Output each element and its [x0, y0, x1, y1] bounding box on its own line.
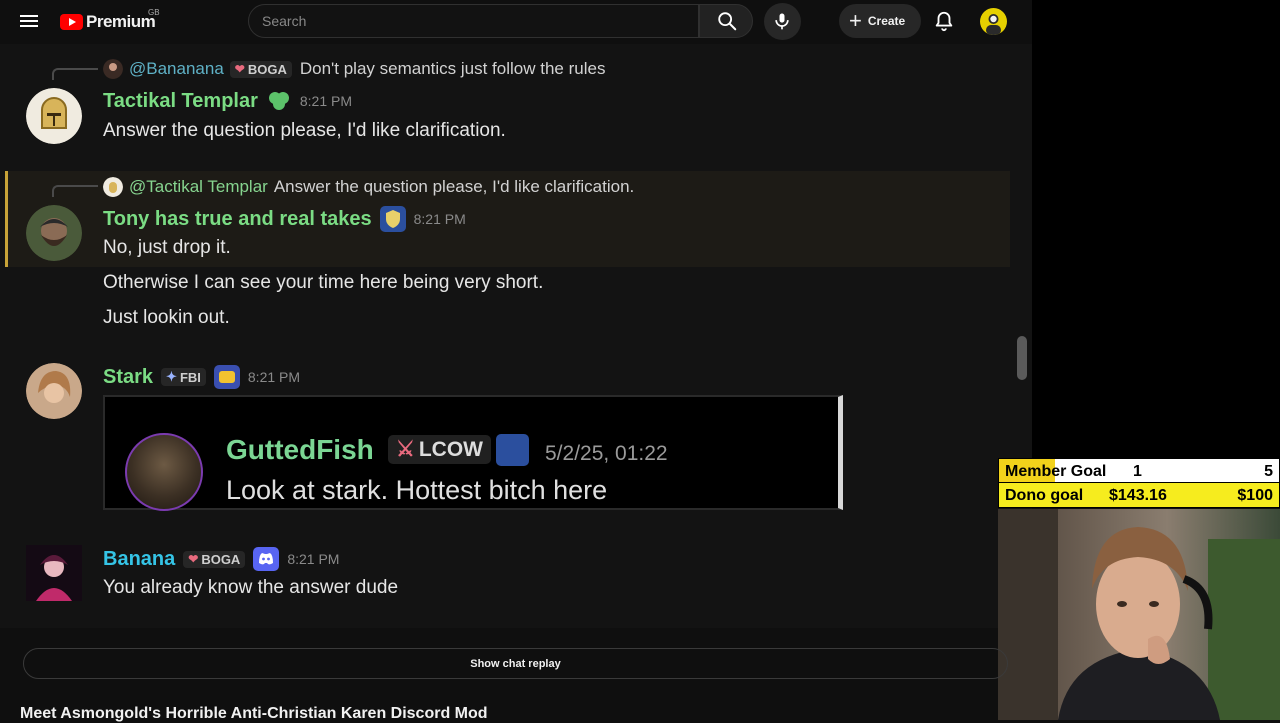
avatar[interactable] — [26, 363, 82, 419]
microphone-icon — [775, 13, 789, 30]
below-video: Show chat replay Meet Asmongold's Horrib… — [0, 628, 1008, 722]
embed-badge-icon — [496, 434, 529, 466]
video-title: Meet Asmongold's Horrible Anti-Christian… — [20, 705, 488, 722]
username[interactable]: Tony has true and real takes — [103, 208, 372, 231]
role-tag: ❤ BOGA — [183, 550, 246, 568]
member-goal-current: 1 — [1133, 463, 1142, 480]
shield-badge-icon — [379, 206, 406, 232]
reply-avatar — [103, 59, 123, 79]
username[interactable]: Stark — [103, 366, 153, 389]
logo-region: GB — [148, 8, 160, 17]
embed-role-tag: ⚔ LCOW — [388, 435, 491, 464]
timestamp: 8:21 PM — [247, 369, 301, 385]
heart-icon: ❤ — [234, 62, 245, 76]
embed-text: Look at stark. Hottest bitch here — [226, 475, 608, 505]
message-text: Otherwise I can see your time here being… — [103, 272, 544, 293]
anime-avatar-icon — [26, 545, 82, 601]
heart-icon: ❤ — [188, 552, 199, 566]
timestamp: 8:21 PM — [287, 551, 340, 567]
account-avatar[interactable] — [980, 8, 1007, 35]
reply-connector — [52, 68, 98, 80]
username[interactable]: Tactikal Templar — [103, 90, 258, 113]
plus-icon: + — [849, 8, 862, 33]
side-panel — [1032, 0, 1280, 458]
person-avatar-icon — [26, 205, 82, 261]
reply-connector — [52, 185, 98, 197]
username[interactable]: Banana — [103, 548, 175, 571]
member-goal-target: 5 — [1264, 463, 1273, 480]
streamer-figure — [998, 509, 1280, 720]
search-button[interactable] — [699, 4, 753, 38]
avatar[interactable] — [26, 88, 82, 144]
timestamp: 8:21 PM — [299, 93, 353, 109]
reply-mention[interactable]: @Tactikal Templar — [129, 177, 268, 197]
role-tag: ✦ FBI — [161, 368, 206, 386]
embed-date: 5/2/25, 01:22 — [545, 442, 668, 465]
top-bar: Premium GB + Create — [0, 0, 1032, 44]
message-text: You already know the answer dude — [103, 577, 399, 598]
voice-search-button[interactable] — [764, 3, 801, 40]
reply-mention[interactable]: @Bananana — [129, 59, 224, 79]
search-box — [248, 4, 699, 38]
dono-goal-target: $100 — [1237, 487, 1273, 504]
message-header: Banana ❤ BOGA 8:21 PM — [103, 547, 339, 571]
create-button[interactable]: + Create — [839, 4, 921, 38]
helmet-avatar-icon — [26, 88, 82, 144]
avatar[interactable] — [26, 205, 82, 261]
message-text: No, just drop it. — [103, 237, 231, 258]
timestamp: 8:21 PM — [413, 211, 466, 227]
person-avatar-icon — [26, 363, 82, 419]
dono-goal-current: $143.16 — [1109, 487, 1167, 504]
reply-preview: @Bananana ❤ BOGA Don't play semantics jus… — [103, 59, 605, 79]
message-header: Stark ✦ FBI 8:21 PM — [103, 365, 300, 389]
youtube-play-icon — [60, 14, 83, 30]
message-text: Answer the question please, I'd like cla… — [103, 120, 506, 141]
dono-goal-bar: Dono goal $143.16 $100 — [998, 483, 1280, 508]
avatar[interactable] — [26, 545, 82, 601]
goals-overlay: Member Goal 1 5 Dono goal $143.16 $100 — [998, 458, 1280, 509]
menu-icon[interactable] — [17, 9, 41, 33]
message-header: Tony has true and real takes 8:21 PM — [103, 206, 466, 232]
member-goal-bar: Member Goal 1 5 — [998, 458, 1280, 483]
search-input[interactable] — [249, 5, 698, 37]
embed-username: GuttedFish — [226, 434, 374, 465]
chat-scrollbar[interactable] — [1017, 336, 1027, 380]
notifications-button[interactable] — [930, 7, 958, 35]
youtube-premium-logo[interactable]: Premium — [60, 11, 156, 33]
embed-avatar — [125, 433, 203, 511]
member-goal-label: Member Goal — [1005, 463, 1107, 480]
sparkle-icon: ✦ — [166, 369, 177, 384]
reply-avatar — [103, 177, 123, 197]
bell-icon — [935, 11, 953, 32]
role-tag: ❤ BOGA — [229, 60, 292, 78]
logo-text: Premium — [86, 12, 156, 31]
clover-badge-icon — [268, 92, 289, 110]
message-header: Tactikal Templar 8:21 PM — [103, 89, 352, 113]
search-icon — [718, 12, 737, 31]
discord-icon — [253, 547, 280, 571]
show-chat-replay-button[interactable]: Show chat replay — [23, 648, 1008, 679]
image-embed[interactable]: GuttedFish ⚔ LCOW 5/2/25, 01:22 Look at s… — [103, 395, 843, 511]
webcam-feed — [998, 509, 1280, 720]
avatar-face-icon — [986, 14, 1001, 35]
reply-text: Don't play semantics just follow the rul… — [299, 59, 606, 78]
reply-text: Answer the question please, I'd like cla… — [273, 177, 635, 196]
message-text: Just lookin out. — [103, 307, 230, 328]
reply-preview: @Tactikal Templar Answer the question pl… — [103, 177, 634, 197]
fist-badge-icon — [213, 365, 240, 389]
sword-icon: ⚔ — [396, 438, 415, 461]
video-player[interactable]: @Bananana ❤ BOGA Don't play semantics jus… — [0, 44, 1032, 628]
create-label: Create — [867, 14, 906, 28]
dono-goal-label: Dono goal — [1005, 487, 1084, 504]
